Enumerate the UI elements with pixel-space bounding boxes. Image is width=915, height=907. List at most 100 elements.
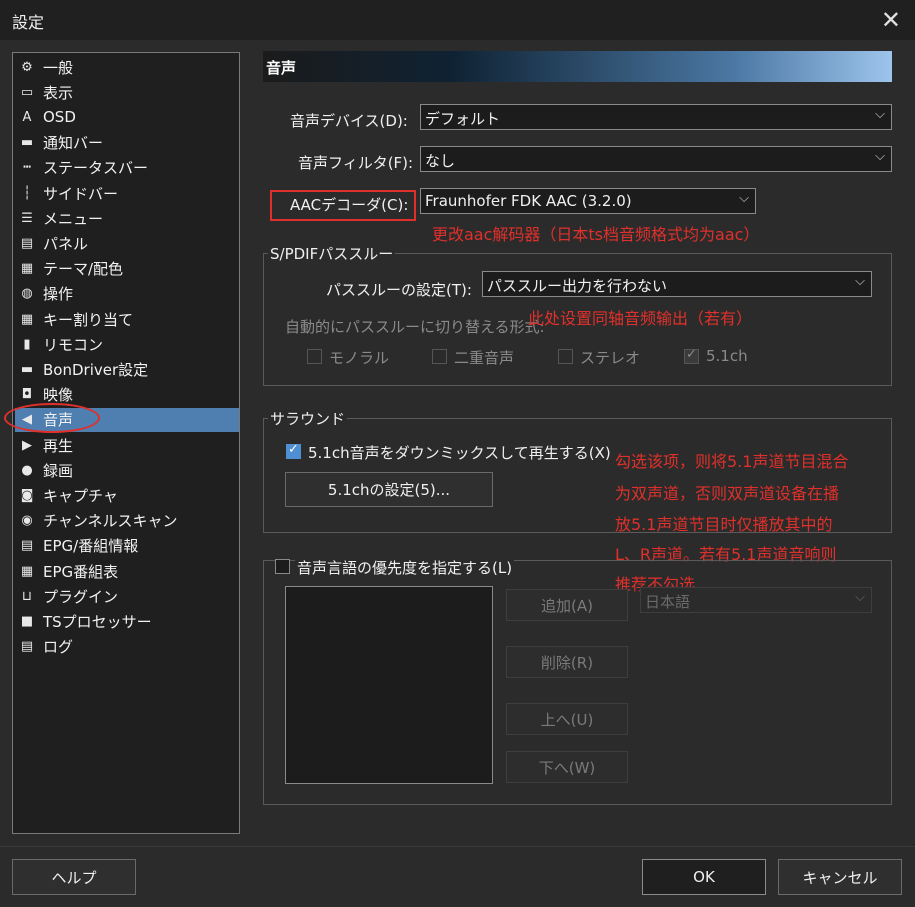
surround-group-title: サラウンド	[268, 408, 348, 429]
sidebar-item-label: リモコン	[43, 335, 104, 354]
osd-icon: A	[22, 109, 32, 125]
theme-icon: ▦	[20, 261, 34, 277]
sidebar-item-label: パネル	[43, 234, 89, 253]
downmix-annotation-line: 勾选该项，则将5.1声道节目混合	[615, 452, 849, 471]
sidebar-item[interactable]: ▦ キー割り当て	[15, 307, 239, 331]
side-bar-icon: ┆	[23, 185, 31, 201]
chevron-down-icon: ⌵	[855, 590, 865, 605]
chevron-down-icon: ⌵	[739, 191, 749, 206]
passthrough-value: パススルー出力を行わない	[487, 277, 668, 295]
audio-device-value: デフォルト	[425, 110, 501, 128]
camera-icon: ◙	[20, 487, 34, 503]
dual-audio-label: 二重音声	[454, 349, 515, 367]
log-icon: ▤	[20, 639, 34, 655]
move-down-button[interactable]: 下へ(W)	[506, 751, 628, 783]
sidebar-item-label: ステータスバー	[43, 159, 149, 178]
stereo-checkbox[interactable]	[558, 349, 573, 364]
audio-filter-value: なし	[425, 152, 456, 170]
audio-filter-label: 音声フィルタ(F):	[298, 154, 414, 172]
audio-device-select[interactable]: デフォルト ⌵	[420, 104, 892, 130]
status-bar-icon: ┅	[23, 160, 31, 176]
sidebar-item-label: TSプロセッサー	[43, 612, 152, 631]
language-value: 日本語	[645, 593, 691, 611]
sidebar-item[interactable]: ▭ 表示	[15, 80, 239, 104]
selected-item-highlight-oval	[4, 403, 100, 433]
sidebar-item[interactable]: ▤ ログ	[15, 635, 239, 659]
sidebar-item-label: テーマ/配色	[43, 260, 124, 279]
sidebar-item[interactable]: ▦ EPG番組表	[15, 559, 239, 583]
sidebar-item[interactable]: ▬ 通知バー	[15, 131, 239, 155]
ts-processor-icon: ■	[20, 613, 34, 629]
ch51-checkbox[interactable]	[684, 347, 699, 364]
remove-button[interactable]: 削除(R)	[506, 646, 628, 678]
move-up-button[interactable]: 上へ(U)	[506, 703, 628, 735]
help-button[interactable]: ヘルプ	[12, 859, 136, 895]
sidebar-item-label: BonDriver設定	[43, 360, 149, 379]
spdif-annotation: 此处设置同轴音频输出（若有）	[528, 309, 753, 328]
window-title: 設定	[12, 13, 45, 32]
downmix-annotation-line: 为双声道，否则双声道设备在播	[615, 484, 840, 503]
remote-icon: ▮	[23, 336, 31, 352]
aac-decoder-label: AACデコーダ(C):	[290, 196, 409, 214]
sidebar-item[interactable]: ● 録画	[15, 458, 239, 482]
sidebar-item[interactable]: ▤ EPG/番組情報	[15, 534, 239, 558]
passthrough-select[interactable]: パススルー出力を行わない ⌵	[482, 271, 872, 297]
sidebar-item-label: プラグイン	[43, 587, 119, 606]
sidebar-item[interactable]: ▬ BonDriver設定	[15, 357, 239, 381]
downmix-annotation-line: 放5.1声道节目时仅播放其中的	[615, 515, 833, 534]
cancel-button[interactable]: キャンセル	[778, 859, 902, 895]
notify-bar-icon: ▬	[20, 135, 34, 151]
panel-icon: ▤	[20, 235, 34, 251]
aac-decoder-select[interactable]: Fraunhofer FDK AAC (3.2.0) ⌵	[420, 188, 756, 214]
sidebar-item-label: 操作	[43, 285, 74, 304]
plugin-icon: ⊔	[21, 588, 33, 604]
sidebar-item[interactable]: ◉ チャンネルスキャン	[15, 509, 239, 533]
footer-divider	[0, 846, 915, 847]
audio-filter-select[interactable]: なし ⌵	[420, 146, 892, 172]
close-icon[interactable]: ✕	[881, 6, 901, 34]
keyboard-icon: ▦	[20, 311, 34, 327]
sidebar-item-label: キー割り当て	[43, 310, 134, 329]
sidebar-item[interactable]: ◙ キャプチャ	[15, 483, 239, 507]
sidebar-item[interactable]: ⚙ 一般	[15, 55, 239, 79]
passthrough-label: パススルーの設定(T):	[326, 281, 472, 299]
sidebar-item[interactable]: ⊔ プラグイン	[15, 584, 239, 608]
language-list[interactable]	[285, 586, 493, 784]
downmix-label: 5.1ch音声をダウンミックスして再生する(X)	[308, 444, 611, 462]
sidebar-item[interactable]: A OSD	[15, 105, 239, 129]
sidebar-item[interactable]: ▶ 再生	[15, 433, 239, 457]
section-header: 音声	[263, 51, 892, 82]
sidebar-item[interactable]: ☰ メニュー	[15, 206, 239, 230]
mouse-icon: ◍	[21, 286, 33, 302]
sidebar-item[interactable]: ■ TSプロセッサー	[15, 609, 239, 633]
mono-checkbox[interactable]	[307, 349, 322, 364]
add-button[interactable]: 追加(A)	[506, 589, 628, 621]
sidebar-item-label: OSD	[43, 108, 76, 127]
auto-switch-label: 自動的にパススルーに切り替える形式:	[285, 318, 545, 336]
downmix-checkbox[interactable]	[286, 442, 301, 459]
language-priority-label: 音声言語の優先度を指定する(L)	[295, 557, 515, 578]
sidebar-item[interactable]: ▤ パネル	[15, 231, 239, 255]
ch51-settings-button[interactable]: 5.1chの設定(5)...	[285, 472, 493, 507]
settings-category-tree[interactable]: ⚙ 一般 ▭ 表示 A OSD ▬ 通知バー ┅ ステータスバー ┆ サイドバー ☰ メニュー ▤ パネル ▦ テ…	[12, 52, 240, 834]
sidebar-item-label: ログ	[43, 638, 74, 657]
sidebar-item-label: 表示	[43, 83, 74, 102]
language-priority-checkbox[interactable]	[275, 559, 290, 574]
menu-icon: ☰	[21, 210, 33, 226]
sidebar-item-label: 一般	[43, 58, 74, 77]
sidebar-item[interactable]: ┆ サイドバー	[15, 181, 239, 205]
audio-device-label: 音声デバイス(D):	[290, 112, 408, 130]
dual-audio-checkbox[interactable]	[432, 349, 447, 364]
ok-button[interactable]: OK	[642, 859, 766, 895]
record-icon: ●	[21, 462, 33, 478]
sidebar-item[interactable]: ◍ 操作	[15, 282, 239, 306]
sidebar-item[interactable]: ▦ テーマ/配色	[15, 257, 239, 281]
epg-table-icon: ▦	[20, 563, 34, 579]
section-title: 音声	[266, 59, 297, 77]
aac-decoder-value: Fraunhofer FDK AAC (3.2.0)	[425, 192, 632, 210]
language-select[interactable]: 日本語 ⌵	[640, 587, 872, 613]
gear-icon: ⚙	[21, 59, 33, 75]
sidebar-item[interactable]: ┅ ステータスバー	[15, 156, 239, 180]
sidebar-item[interactable]: ▮ リモコン	[15, 332, 239, 356]
sidebar-item-label: 映像	[43, 386, 74, 405]
